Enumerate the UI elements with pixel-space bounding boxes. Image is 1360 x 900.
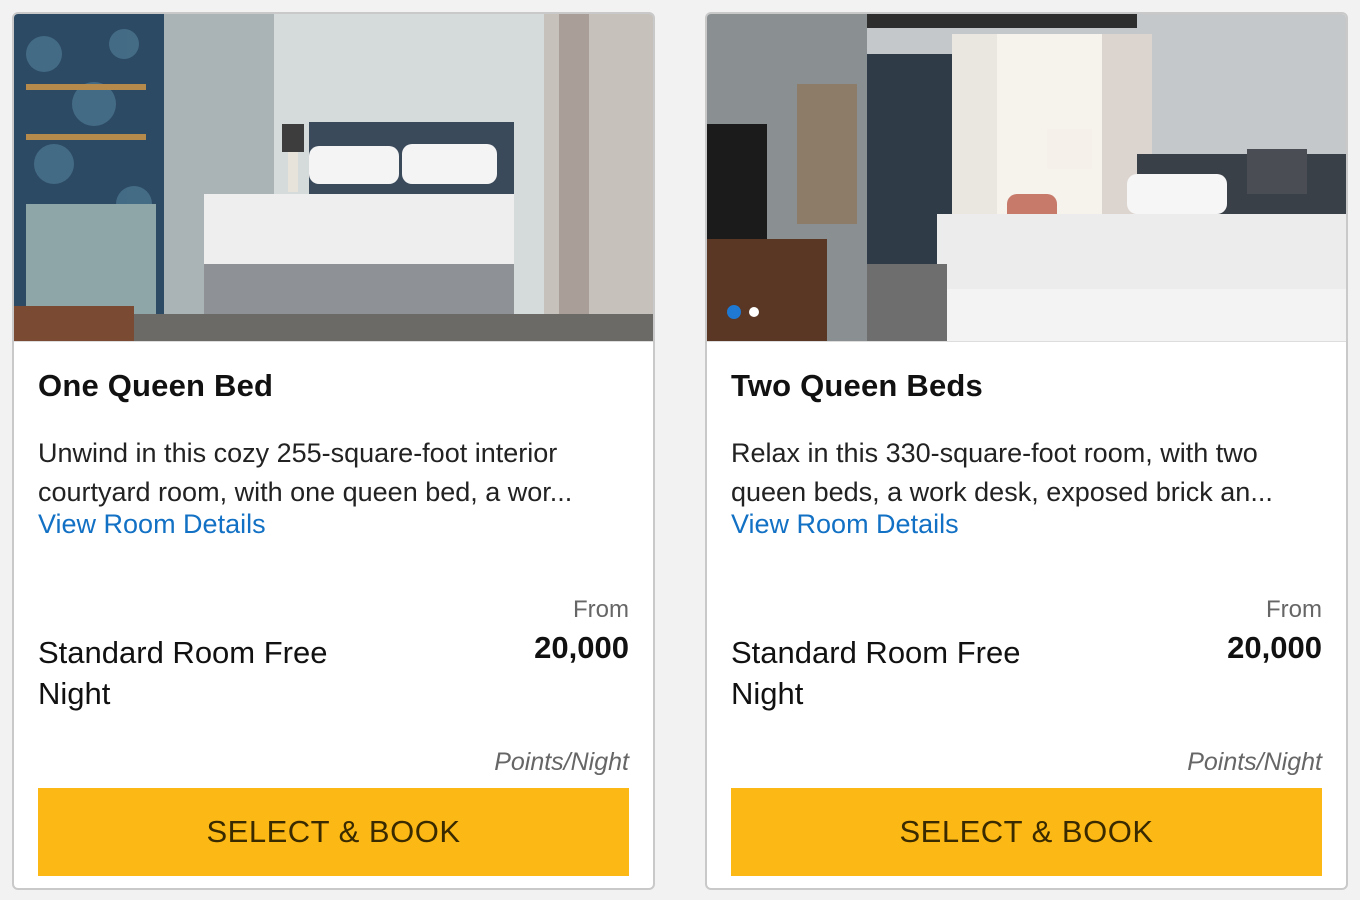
room-card-one-queen: One Queen Bed Unwind in this cozy 255-sq… xyxy=(12,12,655,890)
rate-name: Standard Room Free Night xyxy=(731,635,1021,711)
room-photo[interactable] xyxy=(707,14,1346,342)
view-room-details-link[interactable]: View Room Details xyxy=(38,509,629,545)
room-card-two-queen: Two Queen Beds Relax in this 330-square-… xyxy=(705,12,1348,890)
from-label: From xyxy=(573,596,629,623)
room-description: Unwind in this cozy 255-square-foot inte… xyxy=(38,438,573,507)
room-card-body: Two Queen Beds Relax in this 330-square-… xyxy=(707,368,1346,888)
room-description: Relax in this 330-square-foot room, with… xyxy=(731,438,1273,507)
select-and-book-button[interactable]: SELECT & BOOK xyxy=(38,788,629,876)
room-photo[interactable] xyxy=(14,14,653,342)
points-per-night-label: Points/Night xyxy=(494,748,629,776)
carousel-dot-2[interactable] xyxy=(749,307,759,317)
carousel-dot-1[interactable] xyxy=(727,305,741,319)
carousel-dots xyxy=(727,305,759,319)
room-grid: One Queen Bed Unwind in this cozy 255-sq… xyxy=(12,12,1348,890)
points-value: 20,000 xyxy=(1227,630,1322,665)
rate-row: Standard Room Free Night From 20,000 xyxy=(731,596,1322,736)
room-title: Two Queen Beds xyxy=(731,368,983,403)
points-value: 20,000 xyxy=(534,630,629,665)
rate-row: Standard Room Free Night From 20,000 xyxy=(38,596,629,736)
room-photo-image xyxy=(14,14,653,341)
room-photo-image xyxy=(707,14,1346,341)
points-per-night-label: Points/Night xyxy=(1187,748,1322,776)
select-and-book-button[interactable]: SELECT & BOOK xyxy=(731,788,1322,876)
room-title: One Queen Bed xyxy=(38,368,274,403)
rate-name: Standard Room Free Night xyxy=(38,635,328,711)
view-room-details-link[interactable]: View Room Details xyxy=(731,509,1322,545)
room-card-body: One Queen Bed Unwind in this cozy 255-sq… xyxy=(14,368,653,888)
from-label: From xyxy=(1266,596,1322,623)
